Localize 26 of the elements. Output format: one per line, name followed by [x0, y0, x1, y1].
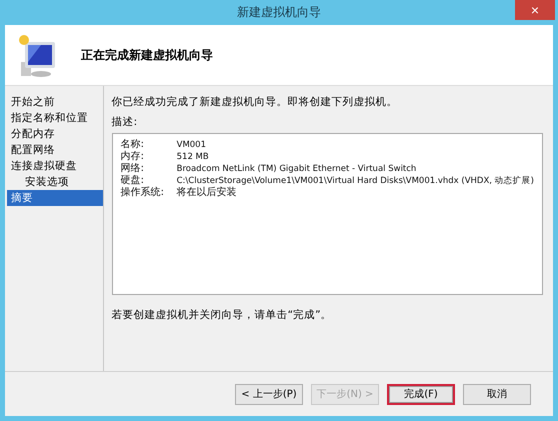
detail-name: 内存:	[120, 151, 145, 163]
detail-value: VM001	[176, 139, 207, 151]
nav-item[interactable]: 指定名称和位置	[7, 110, 103, 126]
nav-item[interactable]: 开始之前	[7, 94, 103, 110]
close-button[interactable]: ×	[515, 0, 555, 20]
nav-item[interactable]: 安装选项	[7, 174, 103, 190]
detail-value: 将在以后安装	[176, 187, 238, 199]
page-heading: 正在完成新建虚拟机向导	[81, 46, 213, 64]
detail-name: 网络:	[120, 163, 145, 175]
footer-note: 若要创建虚拟机并关闭向导，请单击“完成”。	[112, 308, 333, 322]
window-title: 新建虚拟机向导	[237, 4, 321, 21]
wizard-button[interactable]: 完成(F)	[387, 384, 455, 404]
detail-name: 名称:	[120, 139, 145, 150]
wizard-button[interactable]: < 上一步(P)	[235, 384, 303, 404]
nav-item[interactable]: 配置网络	[7, 142, 103, 158]
intro-text: 你已经成功完成了新建虚拟机向导。即将创建下列虚拟机。	[112, 95, 399, 109]
detail-name: 硬盘:	[120, 175, 145, 186]
wizard-button[interactable]: 取消	[463, 384, 531, 404]
nav-item[interactable]: 分配内存	[7, 126, 103, 142]
nav-item[interactable]: 连接虚拟硬盘	[7, 158, 103, 174]
nav-item[interactable]: 摘要	[7, 190, 103, 206]
description-label: 描述:	[112, 115, 138, 129]
detail-value: Broadcom NetLink (TM) Gigabit Ethernet - Virtual Switch	[176, 163, 418, 175]
detail-value: 512 MB	[176, 151, 210, 163]
detail-value: C:\ClusterStorage\Volume1\VM001\Virtual Hard Disks\VM001.vhdx (VHDX, 动态扩展)	[176, 175, 534, 186]
detail-name: 操作系统:	[120, 187, 165, 199]
